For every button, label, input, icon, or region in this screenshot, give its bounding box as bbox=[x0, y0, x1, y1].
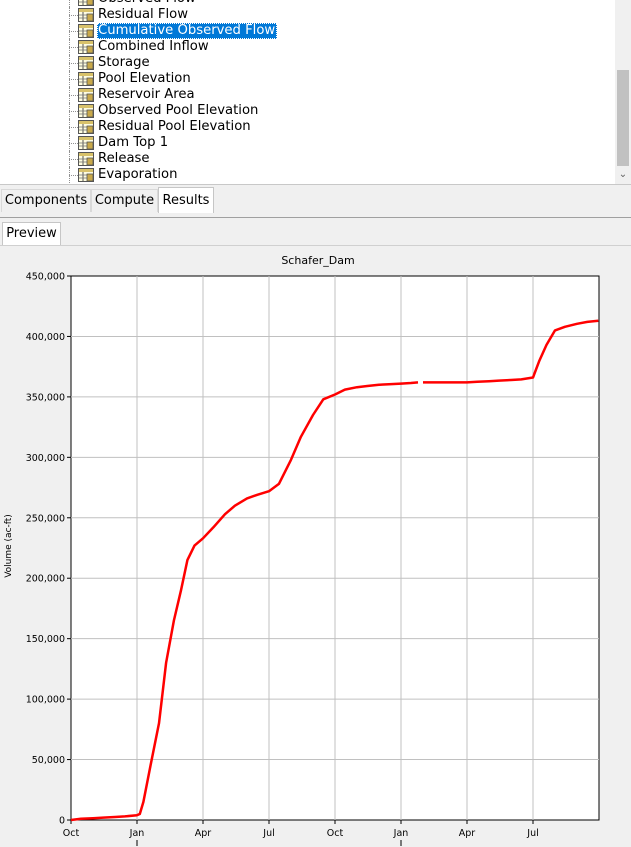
tab-compute[interactable]: Compute bbox=[91, 189, 158, 212]
table-icon bbox=[78, 72, 94, 86]
table-icon bbox=[78, 136, 94, 150]
x-tick-label: Jul bbox=[526, 828, 538, 839]
y-tick-label: 350,000 bbox=[26, 392, 65, 403]
tree-item[interactable]: Observed Pool Elevation bbox=[0, 103, 615, 119]
table-icon bbox=[78, 8, 94, 22]
scrollbar-thumb[interactable] bbox=[617, 70, 629, 166]
table-icon bbox=[78, 152, 94, 166]
y-tick-label: 250,000 bbox=[26, 513, 65, 524]
tree-item-label: Dam Top 1 bbox=[98, 135, 169, 150]
plot-area bbox=[70, 275, 600, 821]
x-tick-label: Jan bbox=[129, 828, 145, 839]
y-tick-label: 0 bbox=[59, 816, 65, 827]
tree-item-label: Release bbox=[98, 151, 150, 166]
tree-item-label: Observed Pool Elevation bbox=[98, 103, 259, 118]
y-tick-label: 400,000 bbox=[26, 332, 65, 343]
tab-components[interactable]: Components bbox=[1, 189, 91, 212]
tree-item-label: Cumulative Observed Flow bbox=[97, 23, 278, 39]
tree-item-label: Combined Inflow bbox=[98, 39, 209, 54]
tab-strip: Components Compute Results bbox=[0, 185, 631, 213]
tree-item[interactable]: Cumulative Observed Flow bbox=[0, 23, 615, 39]
scroll-down-arrow-icon[interactable]: ⌄ bbox=[615, 168, 631, 182]
tree-connector bbox=[69, 63, 78, 64]
tree-item[interactable]: Reservoir Area bbox=[0, 87, 615, 103]
tree-connector bbox=[69, 127, 78, 128]
x-tick-label: Apr bbox=[459, 828, 476, 839]
table-icon bbox=[78, 120, 94, 134]
x-tick-label: Oct bbox=[327, 828, 344, 839]
chart-title: Schafer_Dam bbox=[281, 254, 354, 267]
tree-connector bbox=[69, 31, 78, 32]
x-tick-label: Oct bbox=[63, 828, 80, 839]
tree-connector bbox=[69, 143, 78, 144]
x-tick-label: Jan bbox=[393, 828, 409, 839]
tree-item[interactable]: Evaporation bbox=[0, 167, 615, 183]
results-tree-panel: Observed FlowResidual FlowCumulative Obs… bbox=[0, 0, 631, 185]
y-tick-label: 150,000 bbox=[26, 634, 65, 645]
tree-item[interactable]: Residual Flow bbox=[0, 7, 615, 23]
y-tick-label: 100,000 bbox=[26, 695, 65, 706]
tab-preview[interactable]: Preview bbox=[2, 222, 61, 245]
table-icon bbox=[78, 88, 94, 102]
tree-connector bbox=[69, 111, 78, 112]
tree-item[interactable]: Dam Top 1 bbox=[0, 135, 615, 151]
tree-item[interactable]: Release bbox=[0, 151, 615, 167]
tree-item-label: Pool Elevation bbox=[98, 71, 191, 86]
tree-connector bbox=[69, 15, 78, 16]
table-icon bbox=[78, 24, 94, 38]
tree-item-label: Observed Flow bbox=[97, 0, 198, 7]
tree-item[interactable]: Combined Inflow bbox=[0, 39, 615, 55]
tree-item[interactable]: Observed Flow bbox=[0, 0, 615, 7]
tree-vertical-scrollbar[interactable]: ⌄ bbox=[615, 0, 631, 184]
tree-connector bbox=[69, 175, 78, 176]
tree-connector bbox=[69, 47, 78, 48]
tree-connector bbox=[69, 0, 70, 7]
tree-item[interactable]: Residual Pool Elevation bbox=[0, 119, 615, 135]
tree-connector bbox=[69, 95, 78, 96]
tree-item[interactable]: Pool Elevation bbox=[0, 71, 615, 87]
y-tick-label: 450,000 bbox=[26, 272, 65, 283]
x-tick-label: Jul bbox=[262, 828, 274, 839]
panel-divider[interactable] bbox=[0, 217, 631, 218]
tree-item-label: Storage bbox=[98, 55, 150, 70]
tree-connector bbox=[69, 159, 78, 160]
y-tick-label: 200,000 bbox=[26, 574, 65, 585]
y-tick-label: 50,000 bbox=[32, 755, 65, 766]
volume-chart: Schafer_Dam 0 50,000 100,000 150,000 200,000… bbox=[0, 246, 631, 846]
tab-results[interactable]: Results bbox=[158, 187, 214, 213]
table-icon bbox=[78, 168, 94, 182]
y-tick-label: 300,000 bbox=[26, 453, 65, 464]
tree-item-label: Residual Flow bbox=[98, 7, 188, 22]
table-icon bbox=[78, 0, 94, 6]
tree-connector bbox=[69, 79, 78, 80]
tree-item-label: Evaporation bbox=[98, 167, 178, 182]
table-icon bbox=[78, 40, 94, 54]
table-icon bbox=[78, 104, 94, 118]
table-icon bbox=[78, 56, 94, 70]
y-axis-label: Volume (ac-ft) bbox=[4, 514, 14, 578]
tree-item[interactable]: Storage bbox=[0, 55, 615, 71]
x-tick-label: Apr bbox=[195, 828, 212, 839]
tree-item-label: Residual Pool Elevation bbox=[98, 119, 251, 134]
results-tree: Observed FlowResidual FlowCumulative Obs… bbox=[0, 0, 615, 183]
tree-item-label: Reservoir Area bbox=[98, 87, 195, 102]
